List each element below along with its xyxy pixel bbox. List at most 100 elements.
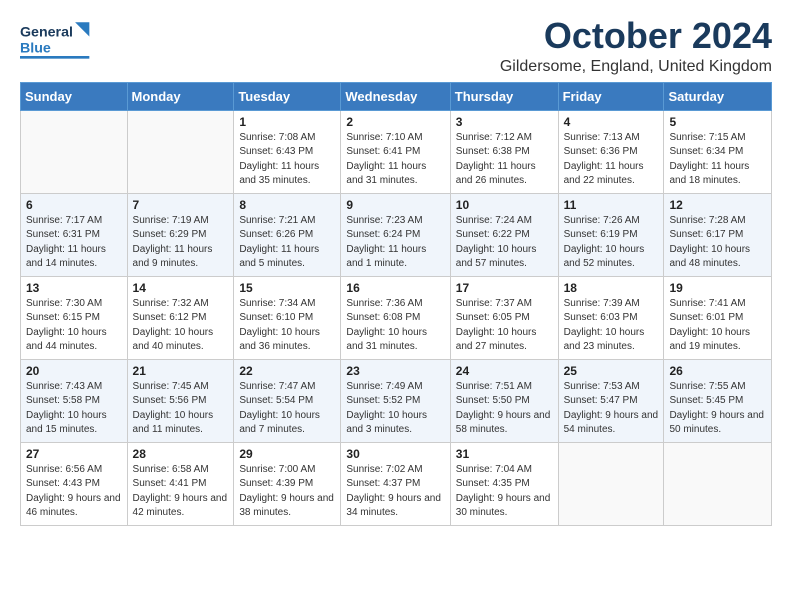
calendar-cell: 3 Sunrise: 7:12 AMSunset: 6:38 PMDaylight… xyxy=(450,110,558,193)
calendar-cell: 10Sunrise: 7:24 AMSunset: 6:22 PMDayligh… xyxy=(450,193,558,276)
day-info: Sunrise: 6:58 AMSunset: 4:41 PMDaylight:… xyxy=(133,463,229,521)
calendar-cell: 23Sunrise: 7:49 AMSunset: 5:52 PMDayligh… xyxy=(341,359,450,442)
day-info: Sunrise: 7:19 AMSunset: 6:29 PMDaylight:… xyxy=(133,214,229,272)
calendar-cell: 6 Sunrise: 7:17 AMSunset: 6:31 PMDaylight… xyxy=(21,193,128,276)
calendar-cell: 26 Sunrise: 7:55 AMSunset: 5:45 PMDayligh… xyxy=(664,359,772,442)
day-info: Sunrise: 7:32 AMSunset: 6:12 PMDaylight:… xyxy=(133,297,229,355)
calendar-week-row: 13 Sunrise: 7:30 AMSunset: 6:15 PMDayligh… xyxy=(21,276,772,359)
day-number: 24 xyxy=(456,364,553,378)
day-number: 22 xyxy=(239,364,335,378)
location: Gildersome, England, United Kingdom xyxy=(500,58,772,76)
calendar-cell: 11 Sunrise: 7:26 AMSunset: 6:19 PMDayligh… xyxy=(558,193,664,276)
day-info: Sunrise: 6:56 AMSunset: 4:43 PMDaylight:… xyxy=(26,463,122,521)
calendar-cell xyxy=(21,110,128,193)
day-number: 3 xyxy=(456,115,553,129)
day-info: Sunrise: 7:43 AMSunset: 5:58 PMDaylight:… xyxy=(26,380,122,438)
calendar-cell: 17Sunrise: 7:37 AMSunset: 6:05 PMDayligh… xyxy=(450,276,558,359)
day-number: 4 xyxy=(564,115,659,129)
month-title: October 2024 xyxy=(500,16,772,56)
logo-svg: General Blue xyxy=(20,16,100,64)
calendar-week-row: 1 Sunrise: 7:08 AMSunset: 6:43 PMDaylight… xyxy=(21,110,772,193)
calendar-table: Sunday Monday Tuesday Wednesday Thursday… xyxy=(20,82,772,526)
day-info: Sunrise: 7:10 AMSunset: 6:41 PMDaylight:… xyxy=(346,131,444,189)
day-info: Sunrise: 7:04 AMSunset: 4:35 PMDaylight:… xyxy=(456,463,553,521)
day-number: 5 xyxy=(669,115,766,129)
day-info: Sunrise: 7:53 AMSunset: 5:47 PMDaylight:… xyxy=(564,380,659,438)
col-friday: Friday xyxy=(558,82,664,110)
day-number: 1 xyxy=(239,115,335,129)
day-number: 11 xyxy=(564,198,659,212)
header: General Blue October 2024 Gildersome, En… xyxy=(20,16,772,76)
calendar-cell: 2 Sunrise: 7:10 AMSunset: 6:41 PMDaylight… xyxy=(341,110,450,193)
day-number: 20 xyxy=(26,364,122,378)
day-number: 10 xyxy=(456,198,553,212)
calendar-cell: 1 Sunrise: 7:08 AMSunset: 6:43 PMDaylight… xyxy=(234,110,341,193)
day-number: 16 xyxy=(346,281,444,295)
calendar-cell: 25 Sunrise: 7:53 AMSunset: 5:47 PMDayligh… xyxy=(558,359,664,442)
day-info: Sunrise: 7:26 AMSunset: 6:19 PMDaylight:… xyxy=(564,214,659,272)
day-number: 14 xyxy=(133,281,229,295)
day-number: 13 xyxy=(26,281,122,295)
calendar-header-row: Sunday Monday Tuesday Wednesday Thursday… xyxy=(21,82,772,110)
day-info: Sunrise: 7:39 AMSunset: 6:03 PMDaylight:… xyxy=(564,297,659,355)
day-info: Sunrise: 7:12 AMSunset: 6:38 PMDaylight:… xyxy=(456,131,553,189)
day-number: 19 xyxy=(669,281,766,295)
col-saturday: Saturday xyxy=(664,82,772,110)
day-info: Sunrise: 7:15 AMSunset: 6:34 PMDaylight:… xyxy=(669,131,766,189)
day-number: 28 xyxy=(133,447,229,461)
calendar-cell: 13 Sunrise: 7:30 AMSunset: 6:15 PMDayligh… xyxy=(21,276,128,359)
day-number: 15 xyxy=(239,281,335,295)
calendar-cell: 30 Sunrise: 7:02 AMSunset: 4:37 PMDayligh… xyxy=(341,442,450,525)
col-thursday: Thursday xyxy=(450,82,558,110)
day-number: 25 xyxy=(564,364,659,378)
calendar-cell: 18 Sunrise: 7:39 AMSunset: 6:03 PMDayligh… xyxy=(558,276,664,359)
calendar-cell: 16 Sunrise: 7:36 AMSunset: 6:08 PMDayligh… xyxy=(341,276,450,359)
day-info: Sunrise: 7:08 AMSunset: 6:43 PMDaylight:… xyxy=(239,131,335,189)
calendar-cell: 22 Sunrise: 7:47 AMSunset: 5:54 PMDayligh… xyxy=(234,359,341,442)
col-tuesday: Tuesday xyxy=(234,82,341,110)
day-info: Sunrise: 7:36 AMSunset: 6:08 PMDaylight:… xyxy=(346,297,444,355)
day-number: 2 xyxy=(346,115,444,129)
day-number: 17 xyxy=(456,281,553,295)
day-number: 18 xyxy=(564,281,659,295)
day-info: Sunrise: 7:51 AMSunset: 5:50 PMDaylight:… xyxy=(456,380,553,438)
calendar-cell: 29Sunrise: 7:00 AMSunset: 4:39 PMDayligh… xyxy=(234,442,341,525)
calendar-cell: 7 Sunrise: 7:19 AMSunset: 6:29 PMDaylight… xyxy=(127,193,234,276)
calendar-cell: 15 Sunrise: 7:34 AMSunset: 6:10 PMDayligh… xyxy=(234,276,341,359)
calendar-cell xyxy=(558,442,664,525)
day-number: 6 xyxy=(26,198,122,212)
day-info: Sunrise: 7:49 AMSunset: 5:52 PMDaylight:… xyxy=(346,380,444,438)
day-info: Sunrise: 7:41 AMSunset: 6:01 PMDaylight:… xyxy=(669,297,766,355)
calendar-cell: 27Sunrise: 6:56 AMSunset: 4:43 PMDayligh… xyxy=(21,442,128,525)
day-info: Sunrise: 7:30 AMSunset: 6:15 PMDaylight:… xyxy=(26,297,122,355)
calendar-cell xyxy=(664,442,772,525)
day-info: Sunrise: 7:13 AMSunset: 6:36 PMDaylight:… xyxy=(564,131,659,189)
col-sunday: Sunday xyxy=(21,82,128,110)
svg-text:Blue: Blue xyxy=(20,40,51,56)
day-number: 29 xyxy=(239,447,335,461)
calendar-cell: 4 Sunrise: 7:13 AMSunset: 6:36 PMDaylight… xyxy=(558,110,664,193)
calendar-cell: 9Sunrise: 7:23 AMSunset: 6:24 PMDaylight… xyxy=(341,193,450,276)
calendar-week-row: 20 Sunrise: 7:43 AMSunset: 5:58 PMDayligh… xyxy=(21,359,772,442)
day-info: Sunrise: 7:17 AMSunset: 6:31 PMDaylight:… xyxy=(26,214,122,272)
day-info: Sunrise: 7:45 AMSunset: 5:56 PMDaylight:… xyxy=(133,380,229,438)
day-info: Sunrise: 7:34 AMSunset: 6:10 PMDaylight:… xyxy=(239,297,335,355)
calendar-week-row: 6 Sunrise: 7:17 AMSunset: 6:31 PMDaylight… xyxy=(21,193,772,276)
calendar-cell: 5 Sunrise: 7:15 AMSunset: 6:34 PMDaylight… xyxy=(664,110,772,193)
day-info: Sunrise: 7:28 AMSunset: 6:17 PMDaylight:… xyxy=(669,214,766,272)
page: General Blue October 2024 Gildersome, En… xyxy=(0,0,792,612)
day-number: 30 xyxy=(346,447,444,461)
day-number: 7 xyxy=(133,198,229,212)
day-number: 8 xyxy=(239,198,335,212)
calendar-cell: 14 Sunrise: 7:32 AMSunset: 6:12 PMDayligh… xyxy=(127,276,234,359)
day-info: Sunrise: 7:47 AMSunset: 5:54 PMDaylight:… xyxy=(239,380,335,438)
day-info: Sunrise: 7:02 AMSunset: 4:37 PMDaylight:… xyxy=(346,463,444,521)
calendar-cell: 31 Sunrise: 7:04 AMSunset: 4:35 PMDayligh… xyxy=(450,442,558,525)
day-info: Sunrise: 7:55 AMSunset: 5:45 PMDaylight:… xyxy=(669,380,766,438)
day-info: Sunrise: 7:21 AMSunset: 6:26 PMDaylight:… xyxy=(239,214,335,272)
calendar-cell: 8 Sunrise: 7:21 AMSunset: 6:26 PMDaylight… xyxy=(234,193,341,276)
calendar-cell: 21Sunrise: 7:45 AMSunset: 5:56 PMDayligh… xyxy=(127,359,234,442)
day-number: 26 xyxy=(669,364,766,378)
col-monday: Monday xyxy=(127,82,234,110)
day-number: 31 xyxy=(456,447,553,461)
